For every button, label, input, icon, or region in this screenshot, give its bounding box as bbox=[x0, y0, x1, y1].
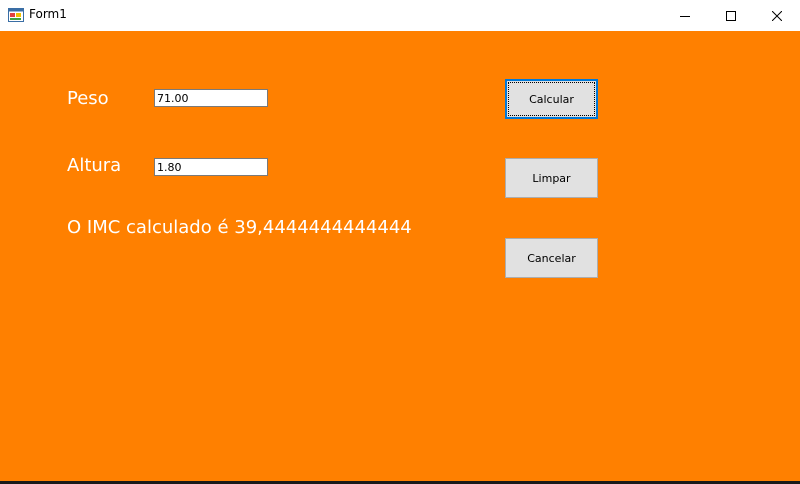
close-icon bbox=[772, 10, 782, 21]
minimize-button[interactable] bbox=[662, 0, 708, 31]
altura-input[interactable] bbox=[154, 158, 268, 176]
window-title: Form1 bbox=[29, 7, 67, 21]
title-bar[interactable]: Form1 bbox=[0, 0, 800, 31]
app-icon bbox=[8, 8, 24, 22]
limpar-button-label: Limpar bbox=[532, 171, 571, 185]
minimize-icon bbox=[680, 15, 690, 17]
limpar-button[interactable]: Limpar bbox=[505, 158, 598, 198]
form-client-area: Peso Altura O IMC calculado é 39,4444444… bbox=[0, 31, 800, 481]
maximize-button[interactable] bbox=[708, 0, 754, 31]
maximize-icon bbox=[726, 10, 736, 21]
close-button[interactable] bbox=[754, 0, 800, 31]
imc-result-label: O IMC calculado é 39,4444444444444 bbox=[67, 217, 412, 238]
cancelar-button[interactable]: Cancelar bbox=[505, 238, 598, 278]
altura-label: Altura bbox=[67, 155, 122, 176]
calcular-button[interactable]: Calcular bbox=[505, 79, 598, 119]
cancelar-button-label: Cancelar bbox=[527, 251, 576, 265]
peso-input[interactable] bbox=[154, 89, 268, 107]
calcular-button-label: Calcular bbox=[529, 92, 574, 106]
app-window: Form1 Peso Altura O IMC calculado é 39,4… bbox=[0, 0, 800, 481]
peso-label: Peso bbox=[67, 88, 109, 109]
